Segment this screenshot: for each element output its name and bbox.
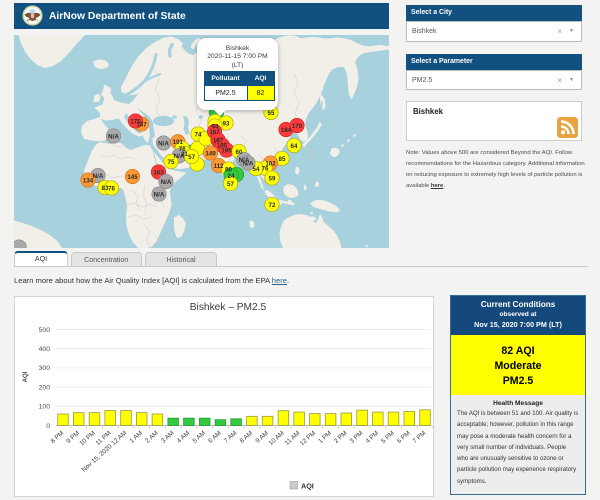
svg-text:7 AM: 7 AM — [223, 430, 239, 445]
svg-text:2 AM: 2 AM — [144, 430, 160, 445]
svg-text:5 PM: 5 PM — [380, 430, 396, 445]
svg-text:3 PM: 3 PM — [349, 430, 365, 445]
svg-text:12 PM: 12 PM — [299, 430, 317, 448]
svg-text:76: 76 — [108, 185, 115, 192]
svg-text:85: 85 — [279, 155, 286, 162]
svg-text:134: 134 — [83, 177, 94, 184]
svg-text:1 PM: 1 PM — [317, 430, 333, 445]
svg-text:N/A: N/A — [93, 172, 104, 179]
svg-text:11 AM: 11 AM — [284, 430, 302, 447]
svg-text:195: 195 — [221, 147, 232, 154]
svg-text:AQI: AQI — [301, 482, 314, 491]
svg-text:4 PM: 4 PM — [364, 430, 380, 445]
svg-text:7 PM: 7 PM — [412, 430, 428, 445]
svg-text:54: 54 — [253, 165, 260, 172]
svg-text:10 PM: 10 PM — [78, 430, 96, 448]
svg-text:93: 93 — [223, 120, 230, 127]
svg-text:0: 0 — [46, 423, 50, 430]
svg-text:N/A: N/A — [158, 140, 169, 147]
svg-text:75: 75 — [168, 158, 175, 165]
svg-text:57: 57 — [188, 153, 195, 160]
svg-text:59: 59 — [269, 175, 276, 182]
svg-text:500: 500 — [39, 327, 51, 334]
svg-text:6 AM: 6 AM — [207, 430, 223, 445]
svg-text:8 AM: 8 AM — [239, 430, 255, 445]
svg-text:74: 74 — [195, 131, 202, 138]
svg-text:N/A: N/A — [154, 191, 165, 198]
svg-text:60: 60 — [236, 148, 243, 155]
svg-text:100: 100 — [39, 404, 51, 411]
svg-text:55: 55 — [268, 109, 275, 116]
svg-text:400: 400 — [39, 346, 51, 353]
svg-text:167: 167 — [209, 128, 220, 135]
svg-text:175: 175 — [130, 118, 141, 125]
svg-text:3 AM: 3 AM — [160, 430, 176, 445]
svg-text:N/A: N/A — [108, 133, 119, 140]
svg-text:163: 163 — [153, 169, 164, 176]
svg-text:5 AM: 5 AM — [192, 430, 208, 445]
svg-text:24: 24 — [228, 172, 235, 179]
svg-text:57: 57 — [227, 180, 234, 187]
svg-text:170: 170 — [292, 122, 303, 129]
svg-text:AQI: AQI — [23, 371, 29, 382]
svg-text:6 PM: 6 PM — [396, 430, 412, 445]
svg-text:64: 64 — [291, 142, 298, 149]
svg-text:112: 112 — [214, 162, 225, 169]
svg-text:10 AM: 10 AM — [268, 430, 286, 447]
svg-text:76: 76 — [262, 165, 269, 172]
svg-text:1 AM: 1 AM — [129, 430, 145, 445]
svg-text:8 PM: 8 PM — [50, 430, 66, 445]
svg-text:Bishkek – PM2.5: Bishkek – PM2.5 — [190, 302, 267, 313]
svg-text:4 AM: 4 AM — [176, 430, 192, 445]
svg-text:184: 184 — [281, 126, 292, 133]
svg-text:145: 145 — [127, 173, 138, 180]
svg-text:N/A: N/A — [161, 178, 172, 185]
svg-text:72: 72 — [269, 201, 276, 208]
svg-text:2 PM: 2 PM — [333, 430, 349, 445]
svg-text:149: 149 — [205, 150, 216, 157]
svg-text:N/A: N/A — [243, 160, 254, 167]
svg-text:200: 200 — [39, 384, 51, 391]
svg-text:300: 300 — [39, 365, 51, 372]
svg-text:N/A: N/A — [174, 153, 185, 160]
